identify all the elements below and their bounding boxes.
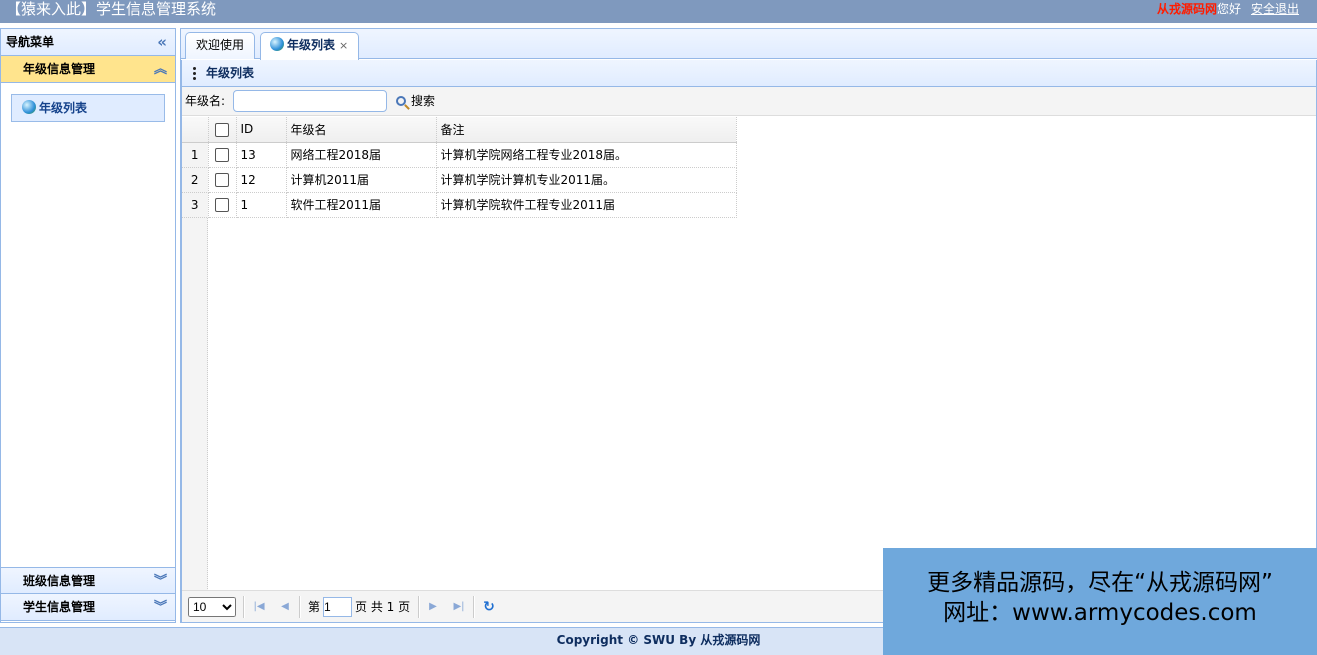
logout-link[interactable]: 安全退出 xyxy=(1251,2,1299,16)
accordion-student-management[interactable]: 学生信息管理 ︾ xyxy=(1,594,175,621)
accordion-bottom: 班级信息管理 ︾ 学生信息管理 ︾ xyxy=(1,567,175,621)
site-name: 从戎源码网 xyxy=(1156,2,1217,16)
row-number: 1 xyxy=(182,142,209,168)
first-page-icon[interactable]: |◀ xyxy=(250,597,268,617)
chevron-up-icon[interactable]: ︽ xyxy=(154,56,167,83)
grid-title-text: 年级列表 xyxy=(206,66,255,80)
watermark-line-2: 网址：www.armycodes.com xyxy=(943,600,1257,626)
cell-name: 软件工程2011届 xyxy=(286,192,437,218)
pager-separator xyxy=(418,596,420,618)
globe-icon xyxy=(270,37,284,51)
collapse-left-icon[interactable]: « xyxy=(157,29,167,56)
grade-table: ID 年级名 备注 1 13 网络工程2018届 计算机学院网络工程专业2018… xyxy=(182,117,737,218)
app-header: 【猿来入此】学生信息管理系统 从戎源码网您好 安全退出 xyxy=(0,0,1317,23)
accordion-grade-management[interactable]: 年级信息管理 ︽ xyxy=(1,56,175,83)
row-checkbox[interactable] xyxy=(215,172,229,187)
table-row[interactable]: 2 12 计算机2011届 计算机学院计算机专业2011届。 xyxy=(182,167,737,193)
refresh-icon[interactable]: ↻ xyxy=(480,597,498,617)
close-icon[interactable]: × xyxy=(339,39,348,52)
accordion-grade-body: 年级列表 xyxy=(1,83,175,567)
chevron-down-icon[interactable]: ︾ xyxy=(154,594,167,621)
select-all-cell xyxy=(208,117,237,143)
tab-welcome[interactable]: 欢迎使用 xyxy=(185,32,256,59)
table-row[interactable]: 3 1 软件工程2011届 计算机学院软件工程专业2011届 xyxy=(182,192,737,218)
pager-separator xyxy=(299,596,301,618)
row-check-cell xyxy=(208,192,237,218)
main-panel: 欢迎使用 年级列表 × 年级列表 年级名: 搜索 ID 年级名 备注 1 13 … xyxy=(180,28,1317,623)
menu-item-grade-list-label: 年级列表 xyxy=(39,101,88,115)
table-row[interactable]: 1 13 网络工程2018届 计算机学院网络工程专业2018届。 xyxy=(182,142,737,168)
page-prefix: 第 xyxy=(308,600,321,614)
cell-note: 计算机学院网络工程专业2018届。 xyxy=(436,142,737,168)
row-checkbox[interactable] xyxy=(215,147,229,162)
search-toolbar: 年级名: 搜索 xyxy=(182,87,1316,116)
cell-name: 计算机2011届 xyxy=(286,167,437,193)
column-header-note[interactable]: 备注 xyxy=(436,117,737,143)
watermark-banner: 更多精品源码，尽在“从戎源码网” 网址：www.armycodes.com xyxy=(883,548,1317,655)
cell-id: 12 xyxy=(236,167,287,193)
page-size-select[interactable]: 10 xyxy=(188,597,236,617)
row-checkbox[interactable] xyxy=(215,197,229,212)
cell-note: 计算机学院软件工程专业2011届 xyxy=(436,192,737,218)
search-label: 年级名: xyxy=(185,94,226,108)
nav-panel-title: 导航菜单 « xyxy=(1,29,175,56)
row-number: 3 xyxy=(182,192,209,218)
rownum-header xyxy=(182,117,209,143)
select-all-checkbox[interactable] xyxy=(215,122,229,137)
search-button[interactable]: 搜索 xyxy=(396,87,435,116)
cell-name: 网络工程2018届 xyxy=(286,142,437,168)
column-header-name[interactable]: 年级名 xyxy=(286,117,437,143)
watermark-line-1: 更多精品源码，尽在“从戎源码网” xyxy=(927,570,1273,596)
table-header-row: ID 年级名 备注 xyxy=(182,117,737,143)
accordion-class-management[interactable]: 班级信息管理 ︾ xyxy=(1,567,175,594)
page-number-input[interactable] xyxy=(323,597,352,617)
tab-grade-list-label: 年级列表 xyxy=(287,38,336,52)
tab-grade-list[interactable]: 年级列表 × xyxy=(260,32,360,60)
next-page-icon[interactable]: ▶ xyxy=(424,597,442,617)
row-check-cell xyxy=(208,142,237,168)
prev-page-icon[interactable]: ◀ xyxy=(276,597,294,617)
pager-separator xyxy=(243,596,245,618)
page-suffix: 页 共 1 页 xyxy=(355,600,411,614)
chevron-down-icon[interactable]: ︾ xyxy=(154,568,167,595)
cell-id: 1 xyxy=(236,192,287,218)
row-check-cell xyxy=(208,167,237,193)
nav-panel: 导航菜单 « 年级信息管理 ︽ 年级列表 班级信息管理 ︾ 学生信息管理 ︾ xyxy=(0,28,176,623)
column-header-id[interactable]: ID xyxy=(236,117,287,143)
accordion-class-label: 班级信息管理 xyxy=(23,574,96,588)
app-title: 【猿来入此】学生信息管理系统 xyxy=(6,0,217,18)
tab-welcome-label: 欢迎使用 xyxy=(196,38,245,52)
search-icon xyxy=(396,96,406,106)
nav-panel-title-text: 导航菜单 xyxy=(6,35,55,49)
cell-id: 13 xyxy=(236,142,287,168)
grid-panel-title: 年级列表 xyxy=(182,60,1316,87)
cell-note: 计算机学院计算机专业2011届。 xyxy=(436,167,737,193)
grid-panel: 年级列表 年级名: 搜索 ID 年级名 备注 1 13 网络工程2018届 计算… xyxy=(181,60,1317,623)
grip-icon xyxy=(193,67,196,81)
last-page-icon[interactable]: ▶| xyxy=(450,597,468,617)
globe-icon xyxy=(22,100,36,114)
greeting-text: 您好 xyxy=(1216,2,1241,16)
row-number: 2 xyxy=(182,167,209,193)
search-button-label: 搜索 xyxy=(411,94,436,108)
pager-separator xyxy=(473,596,475,618)
grade-name-search-input[interactable] xyxy=(233,90,387,112)
accordion-grade-label: 年级信息管理 xyxy=(23,62,96,76)
accordion-student-label: 学生信息管理 xyxy=(23,600,96,614)
header-user-area: 从戎源码网您好 安全退出 xyxy=(1157,0,1299,18)
copyright-text: Copyright © SWU By 从戎源码网 xyxy=(556,633,761,647)
tab-bar: 欢迎使用 年级列表 × xyxy=(181,29,1317,60)
menu-item-grade-list[interactable]: 年级列表 xyxy=(11,94,165,122)
